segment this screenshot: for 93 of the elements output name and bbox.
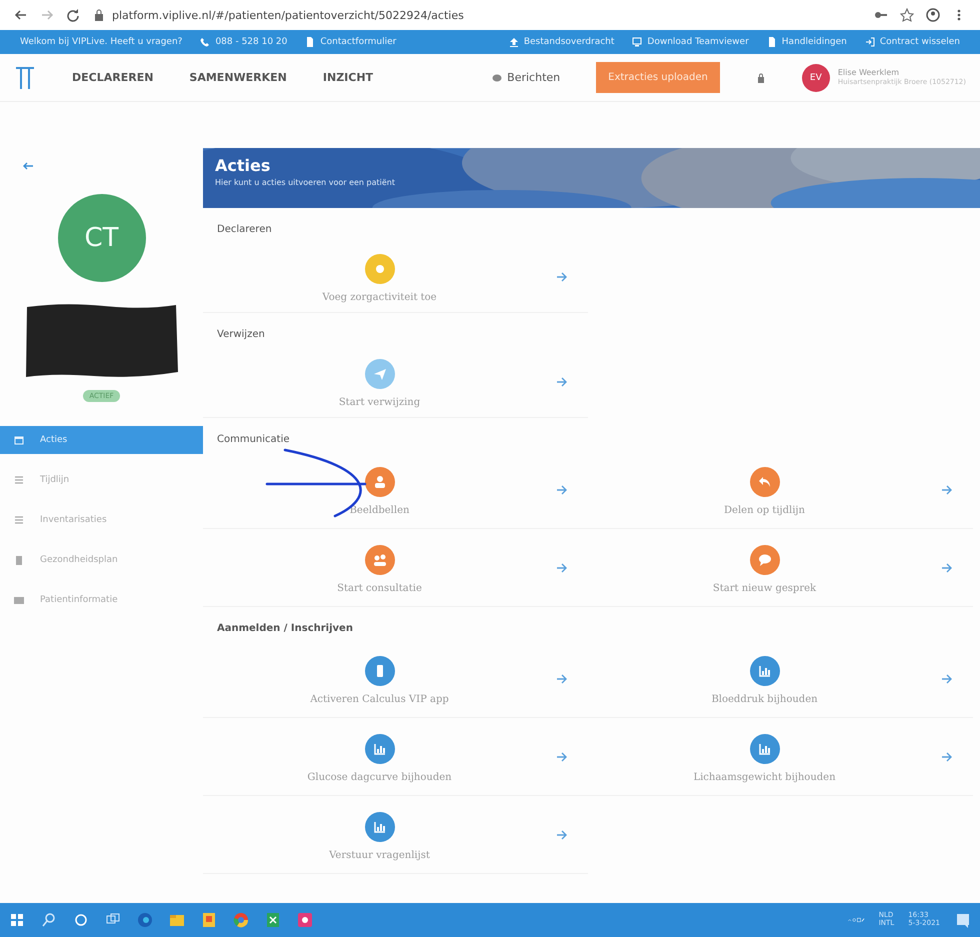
action-label: Start consultatie [337, 583, 422, 594]
monitor-icon [632, 37, 642, 47]
action-label: Verstuur vragenlijst [329, 850, 430, 861]
star-icon[interactable] [900, 8, 914, 22]
topbar-link[interactable]: Handleidingen [782, 37, 847, 47]
section-title: Declareren [216, 223, 273, 237]
topbar-link[interactable]: Download Teamviewer [647, 37, 749, 47]
nav-link[interactable]: INZICHT [322, 71, 374, 84]
messages-link[interactable]: Berichten [507, 71, 560, 84]
back-icon[interactable] [22, 160, 34, 172]
sidebar-item-label: Tijdlijn [40, 475, 70, 485]
topbar-link[interactable]: Contract wisselen [880, 37, 960, 47]
action-row[interactable]: Voeg zorgactiviteit toe [203, 241, 588, 313]
document-icon [305, 37, 316, 47]
arrow-icon [556, 562, 568, 572]
action-label: Delen op tijdlijn [724, 505, 805, 516]
list-icon [14, 475, 24, 485]
patient-avatar: CT [58, 194, 146, 282]
sidebar-item-label: Inventarisaties [40, 515, 107, 525]
sidebar-item[interactable]: Tijdlijn [0, 466, 203, 494]
document-icon[interactable] [200, 911, 218, 929]
sidebar-item-label: Acties [40, 435, 68, 445]
arrow-icon [556, 674, 568, 684]
action-label: Activeren Calculus VIP app [310, 694, 449, 705]
arrow-icon [556, 376, 568, 386]
arrow-icon [556, 484, 568, 494]
logo-icon[interactable] [14, 64, 36, 90]
section-title: Communicatie [216, 433, 291, 447]
page-subtitle: Hier kunt u acties uitvoeren voor een patiënt [215, 178, 396, 187]
upload-button[interactable]: Extracties uploaden [596, 62, 720, 93]
action-row[interactable]: Delen op tijdlijn [588, 451, 973, 529]
action-label: Bloeddruk bijhouden [711, 694, 818, 705]
arrow-icon [556, 752, 568, 762]
list-icon [14, 515, 24, 525]
document-icon [766, 37, 777, 47]
address-bar[interactable]: platform.viplive.nl/#/patienten/patientoverzicht/5022924/acties [112, 8, 464, 22]
action-row[interactable]: Start consultatie [203, 529, 588, 607]
action-row[interactable]: Start verwijzing [203, 346, 588, 418]
sidebar-item-label: Patientinformatie [40, 595, 118, 605]
user-name: Elise Weerklem [838, 69, 900, 78]
phone-icon [200, 37, 210, 47]
action-label: Glucose dagcurve bijhouden [307, 772, 452, 783]
notification-icon[interactable] [954, 911, 972, 929]
chrome-icon[interactable] [232, 911, 250, 929]
arrow-icon [556, 830, 568, 840]
sidebar-item[interactable]: Gezondheidsplan [0, 546, 203, 574]
arrow-icon [941, 484, 953, 494]
id-card-icon [14, 595, 24, 605]
reload-icon[interactable] [66, 8, 80, 22]
page-title: Acties [215, 156, 270, 175]
action-label: Start nieuw gesprek [712, 583, 816, 594]
section-title: Aanmelden / Inschrijven [216, 622, 354, 636]
action-row[interactable]: Bloeddruk bijhouden [588, 640, 973, 718]
lock-icon [92, 8, 106, 22]
action-row[interactable]: Lichaamsgewicht bijhouden [588, 718, 973, 796]
chat-icon [492, 72, 502, 82]
section-title: Verwijzen [216, 328, 266, 342]
action-row[interactable]: Start nieuw gesprek [588, 529, 973, 607]
welcome-text: Welkom bij VIPLive. Heeft u vragen? [20, 37, 182, 47]
arrow-icon [941, 674, 953, 684]
arrow-icon [941, 562, 953, 572]
action-row[interactable]: Beeldbellen [203, 451, 588, 529]
sidebar-item-label: Gezondheidsplan [40, 555, 118, 565]
sidebar-item[interactable]: Inventarisaties [0, 506, 203, 534]
phone-number: 088 - 528 10 20 [215, 37, 288, 47]
sidebar-item[interactable]: Patientinformatie [0, 586, 203, 614]
forward-icon[interactable] [40, 8, 54, 22]
topbar-link[interactable]: Bestandsoverdracht [524, 37, 614, 47]
action-label: Beeldbellen [350, 505, 410, 516]
user-avatar[interactable]: EV [802, 64, 830, 92]
arrow-icon [941, 752, 953, 762]
sidebar-item[interactable]: Acties [0, 426, 203, 454]
action-label: Start verwijzing [338, 397, 420, 408]
clipboard-icon [14, 555, 24, 565]
calendar-icon [14, 435, 24, 445]
contact-form-link[interactable]: Contactformulier [320, 37, 396, 47]
arrow-icon [556, 272, 568, 282]
lock-icon[interactable] [756, 72, 766, 82]
action-row[interactable]: Glucose dagcurve bijhouden [203, 718, 588, 796]
action-label: Voeg zorgactiviteit toe [322, 292, 437, 303]
profile-icon[interactable] [926, 8, 940, 22]
action-label: Lichaamsgewicht bijhouden [693, 772, 836, 783]
nav-link[interactable]: SAMENWERKEN [189, 71, 287, 84]
back-icon[interactable] [14, 8, 28, 22]
action-row[interactable]: Activeren Calculus VIP app [203, 640, 588, 718]
browser-icon[interactable] [136, 911, 154, 929]
windows-icon[interactable] [8, 911, 26, 929]
sign-in-icon [864, 37, 875, 47]
nav-link[interactable]: DECLAREREN [72, 71, 154, 84]
spreadsheet-icon[interactable] [264, 911, 282, 929]
upload-icon [508, 37, 519, 47]
app-icon[interactable] [296, 911, 314, 929]
action-row[interactable]: Verstuur vragenlijst [203, 796, 588, 874]
